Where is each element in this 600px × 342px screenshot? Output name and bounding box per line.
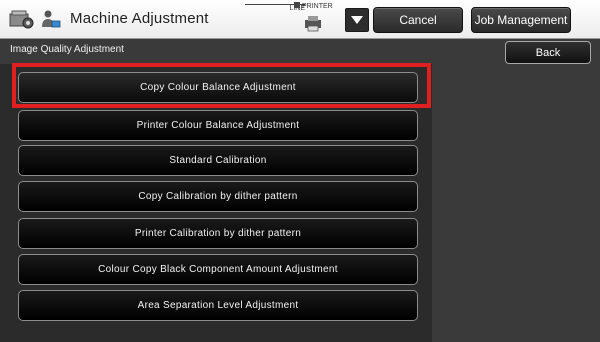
triangle-down-icon <box>351 16 363 24</box>
printer-status-text: PRINTER <box>302 3 333 10</box>
status-dropdown-button[interactable] <box>345 8 369 32</box>
cancel-button[interactable]: Cancel <box>373 7 463 33</box>
menu-item-printer-calibration-dither[interactable]: Printer Calibration by dither pattern <box>18 218 418 249</box>
header-bar: Machine Adjustment LINE PRINTER Cancel J… <box>0 0 600 39</box>
menu-item-copy-calibration-dither[interactable]: Copy Calibration by dither pattern <box>18 181 418 212</box>
menu-item-standard-calibration[interactable]: Standard Calibration <box>18 145 418 176</box>
back-button[interactable]: Back <box>505 41 591 64</box>
menu-item-copy-colour-balance[interactable]: Copy Colour Balance Adjustment <box>18 72 418 103</box>
printer-status-label: PRINTER <box>294 2 333 11</box>
job-management-button[interactable]: Job Management <box>471 7 571 33</box>
menu-item-colour-copy-black-component[interactable]: Colour Copy Black Component Amount Adjus… <box>18 254 418 285</box>
machine-settings-icon <box>9 10 34 29</box>
menu-item-printer-colour-balance[interactable]: Printer Colour Balance Adjustment <box>18 110 418 141</box>
page-title: Machine Adjustment <box>70 10 209 27</box>
section-title: Image Quality Adjustment <box>10 44 124 55</box>
person-icon <box>42 10 61 28</box>
menu-item-area-separation-level[interactable]: Area Separation Level Adjustment <box>18 290 418 321</box>
printer-icon <box>305 16 321 32</box>
